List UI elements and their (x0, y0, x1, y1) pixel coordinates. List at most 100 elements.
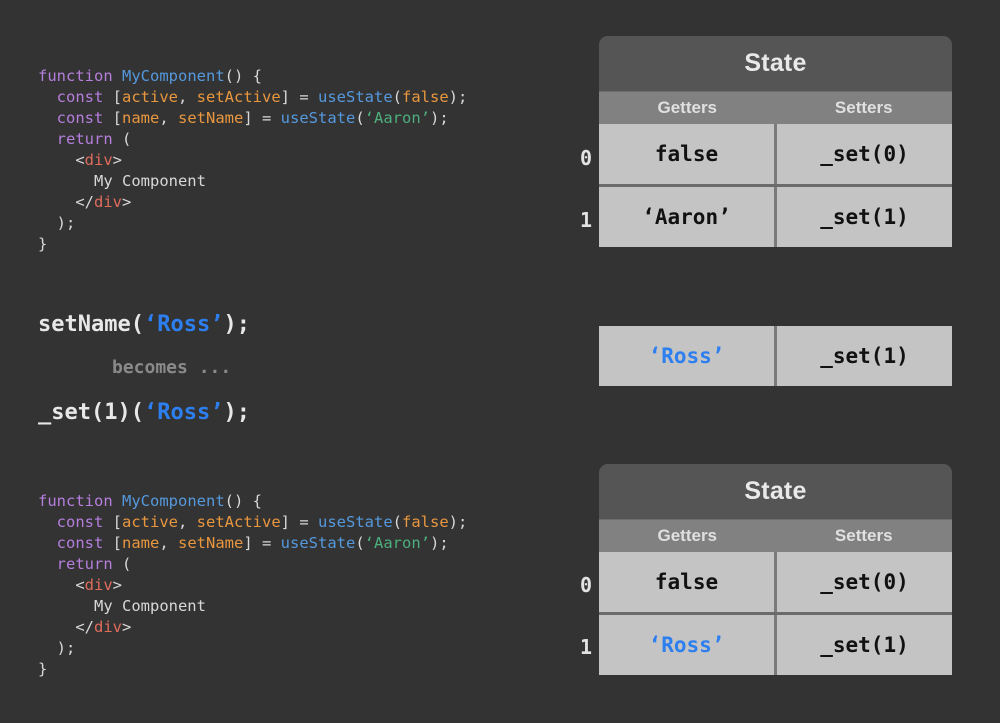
code-token-plain: , (178, 513, 197, 531)
code-line: const [name, setName] = useState(‘Aaron’… (38, 108, 467, 129)
getter-value: false (599, 552, 774, 612)
code-line: function MyComponent() { (38, 66, 467, 87)
state-table-column-headers: Getters Setters (599, 91, 952, 124)
code-token-var: setActive (196, 88, 281, 106)
call-after-transform: _set(1)(‘Ross’); (38, 400, 250, 425)
code-line: const [active, setActive] = useState(fal… (38, 512, 468, 533)
code-token-plain: [ (112, 513, 122, 531)
row-index-label: 0 (579, 573, 592, 597)
state-table-title: State (599, 36, 952, 91)
setter-value: _set(1) (774, 326, 952, 386)
code-line: My Component (38, 171, 467, 192)
code-token-plain: ( (122, 555, 132, 573)
code-token-plain: ); (429, 534, 449, 552)
code-token-plain: < (38, 576, 85, 594)
code-token-plain: [ (112, 88, 122, 106)
row-index-label: 1 (579, 635, 592, 659)
code-token-var: setName (178, 109, 244, 127)
code-token-plain: ); (448, 513, 468, 531)
code-token-keyword: const (38, 513, 113, 531)
code-line: ); (38, 638, 467, 659)
code-token-keyword: function (38, 492, 122, 510)
code-token-keyword: return (38, 130, 122, 148)
code-token-bool: false (402, 88, 449, 106)
code-token-string: ‘Aaron’ (364, 534, 430, 552)
code-token-function: MyComponent (122, 492, 225, 510)
code-token-plain: ); (448, 88, 468, 106)
state-table-initial: State Getters Setters false _set(0) ‘Aar… (599, 36, 952, 247)
code-token-tag: div (94, 618, 122, 636)
call-after-prefix: _set(1)( (38, 400, 144, 425)
code-token-function: useState (280, 534, 356, 552)
call-before-transform: setName(‘Ross’); (38, 312, 250, 337)
setter-value: _set(0) (774, 124, 952, 184)
code-line: <div> (38, 150, 467, 171)
code-token-keyword: const (38, 109, 113, 127)
code-token-bool: false (402, 513, 449, 531)
code-token-plain: > (122, 618, 132, 636)
code-token-var: setName (178, 534, 244, 552)
code-token-plain: () { (224, 492, 262, 510)
call-after-suffix: ); (223, 400, 250, 425)
state-table-after: State Getters Setters false _set(0) ‘Ros… (599, 464, 952, 675)
getter-value: ‘Ross’ (599, 326, 774, 386)
code-token-plain: , (159, 109, 178, 127)
code-token-function: useState (280, 109, 356, 127)
code-token-plain: > (112, 151, 123, 169)
code-token-plain: > (122, 193, 132, 211)
code-token-plain: ( (392, 513, 402, 531)
code-token-plain: </ (38, 618, 94, 636)
code-line: return ( (38, 554, 467, 575)
code-token-plain: ( (392, 88, 402, 106)
call-before-argument: ‘Ross’ (143, 312, 224, 337)
code-token-plain: ); (38, 214, 76, 232)
code-line: } (38, 234, 467, 255)
code-token-plain: ] = (243, 109, 281, 127)
code-token-plain: </ (38, 193, 94, 211)
code-token-var: active (122, 88, 178, 106)
code-token-plain: ); (38, 639, 76, 657)
code-line: const [active, setActive] = useState(fal… (38, 87, 468, 108)
state-row-updated: ‘Ross’ _set(1) (599, 326, 952, 386)
code-token-plain: ] = (280, 88, 318, 106)
code-token-var: name (122, 109, 160, 127)
code-line: ); (38, 213, 467, 234)
code-token-keyword: const (38, 534, 113, 552)
code-token-tag: div (84, 576, 113, 594)
code-token-plain: [ (112, 534, 122, 552)
code-token-function: useState (318, 88, 393, 106)
getter-value: ‘Ross’ (599, 615, 774, 675)
code-line: const [name, setName] = useState(‘Aaron’… (38, 533, 467, 554)
table-row: false _set(0) (599, 124, 952, 184)
code-token-plain: > (112, 576, 123, 594)
call-before-prefix: setName( (38, 312, 144, 337)
code-token-plain: ( (355, 534, 365, 552)
code-token-function: MyComponent (122, 67, 225, 85)
state-table-title: State (599, 464, 952, 519)
code-token-plain: ] = (280, 513, 318, 531)
code-token-plain: , (178, 88, 197, 106)
code-token-function: useState (318, 513, 393, 531)
code-token-plain: ] = (243, 534, 281, 552)
table-row: ‘Aaron’ _set(1) (599, 184, 952, 247)
code-line: <div> (38, 575, 467, 596)
code-line: </div> (38, 192, 467, 213)
column-header-setters: Setters (834, 98, 893, 117)
code-token-plain: My Component (38, 172, 206, 190)
code-token-plain: ); (429, 109, 449, 127)
code-line: </div> (38, 617, 467, 638)
code-line: My Component (38, 596, 467, 617)
call-after-argument: ‘Ross’ (143, 400, 224, 425)
code-line: } (38, 659, 467, 680)
state-table-column-headers: Getters Setters (599, 519, 952, 552)
code-token-keyword: return (38, 555, 122, 573)
code-line: function MyComponent() { (38, 491, 467, 512)
code-token-plain: ( (122, 130, 132, 148)
becomes-label: becomes ... (112, 357, 232, 378)
code-line: return ( (38, 129, 467, 150)
code-token-var: name (122, 534, 160, 552)
code-token-plain: , (159, 534, 178, 552)
row-index-label: 1 (579, 208, 592, 232)
table-row: ‘Ross’ _set(1) (599, 612, 952, 675)
code-token-plain: () { (224, 67, 262, 85)
